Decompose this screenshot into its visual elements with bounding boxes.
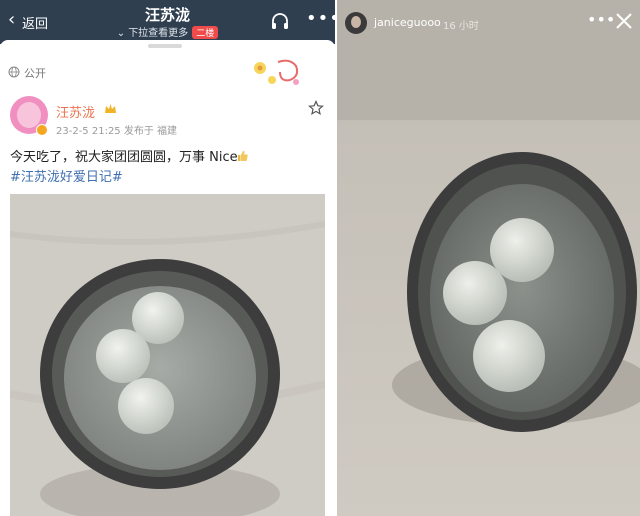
arrow-down-icon: ⌄ xyxy=(116,28,126,39)
weibo-nav-bar: ‹ 返回 汪苏泷 ⌄下拉查看更多二楼 ••• xyxy=(0,0,335,44)
hashtag-link[interactable]: #汪苏泷好爱日记# xyxy=(10,166,123,185)
story-avatar-face xyxy=(351,16,361,28)
pull-down-hint: 下拉查看更多 xyxy=(128,28,189,39)
more-dots-icon[interactable]: ••• xyxy=(587,10,615,29)
crown-icon xyxy=(105,104,116,113)
star-outline-icon[interactable] xyxy=(308,100,324,116)
story-timestamp: 16 小时 xyxy=(443,21,479,32)
instagram-story: janiceguooo 16 小时 ••• xyxy=(337,0,640,516)
post-photo[interactable] xyxy=(10,194,325,516)
globe-icon xyxy=(8,66,20,78)
visibility-label: 公开 xyxy=(24,67,46,80)
story-photo[interactable] xyxy=(337,0,640,516)
post-meta: 23-2-5 21:25 发布于 福建 xyxy=(56,126,178,137)
story-avatar[interactable] xyxy=(345,12,367,34)
post-text-content: 今天吃了，祝大家团团圆圆，万事 Nice xyxy=(10,150,238,165)
weibo-screenshot: ‹ 返回 汪苏泷 ⌄下拉查看更多二楼 ••• 公开 汪苏泷 xyxy=(0,0,335,516)
username[interactable]: 汪苏泷 xyxy=(56,102,95,121)
story-username[interactable]: janiceguooo xyxy=(374,16,441,29)
avatar-face xyxy=(17,102,41,128)
post-text: 今天吃了，祝大家团团圆圆，万事 Nice xyxy=(10,146,248,165)
thumbs-up-emoji xyxy=(237,150,248,161)
second-floor-badge: 二楼 xyxy=(192,26,219,39)
more-dots-icon[interactable]: ••• xyxy=(306,8,335,29)
close-icon[interactable] xyxy=(615,12,633,30)
decorative-sticker xyxy=(254,59,299,85)
post-card: 公开 汪苏泷 23-2-5 21:25 发布于 福建 今天吃了，祝大家团团圆圆，… xyxy=(0,40,335,516)
headphones-icon[interactable] xyxy=(270,11,290,31)
verified-badge xyxy=(36,124,48,136)
drag-handle[interactable] xyxy=(148,44,182,48)
